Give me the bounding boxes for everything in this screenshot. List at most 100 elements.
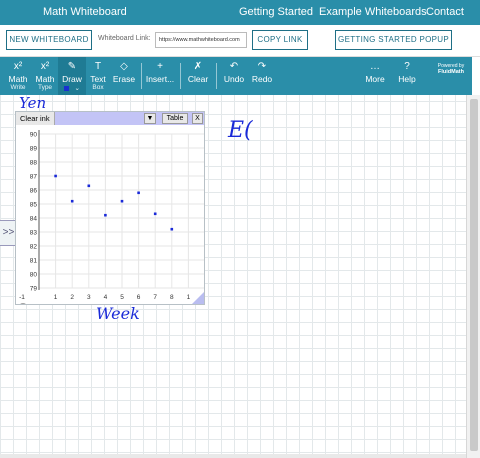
y-tick-label: 86 [30, 188, 38, 195]
y-tick-label: 90 [30, 132, 38, 139]
undo-icon: ↶ [229, 61, 239, 72]
clear-label: Clear [187, 74, 209, 84]
graph-header: Clear ink ▼ Table X [16, 112, 204, 125]
x-tick-label: 3 [87, 294, 91, 301]
undo-label: Undo [223, 74, 245, 84]
nav-contact[interactable]: Contact [426, 6, 464, 18]
vertical-scrollbar[interactable] [466, 95, 480, 458]
graph-dropdown-button[interactable]: ▼ [144, 113, 156, 124]
y-tick-label: 81 [30, 258, 38, 265]
fluidmath-text: FluidMath [438, 69, 464, 75]
x-tick-label: -1 [19, 294, 25, 301]
clear-button[interactable]: ✗ Clear [184, 57, 212, 95]
math-type-label: Math [35, 74, 55, 84]
math-write-label: Math [8, 74, 28, 84]
x-tick-label: 4 [104, 294, 108, 301]
undo-button[interactable]: ↶ Undo [220, 57, 248, 95]
x-tick-label: 1 [54, 294, 58, 301]
redo-button[interactable]: ↷ Redo [248, 57, 276, 95]
x-tick-label: 5 [120, 294, 124, 301]
math-write-sublabel: Write [10, 84, 26, 91]
y-tick-label: 83 [30, 230, 38, 237]
scatter-plot[interactable]: 798081828384858687888990-1123456781A [16, 125, 204, 304]
x-tick-label: 7 [153, 294, 157, 301]
top-nav: Math Whiteboard Getting Started Example … [0, 0, 480, 25]
clear-ink-button[interactable]: Clear ink [16, 112, 55, 125]
new-whiteboard-button[interactable]: NEW WHITEBOARD [6, 30, 92, 50]
nav-example-whiteboards[interactable]: Example Whiteboards [319, 6, 427, 18]
data-point [54, 174, 57, 178]
clear-x-icon: ✗ [193, 61, 203, 72]
x-tick-label: 1 [187, 294, 191, 301]
insert-menu[interactable]: + Insert... [144, 57, 176, 95]
y-tick-label: 89 [30, 146, 38, 153]
graph-close-button[interactable]: X [192, 113, 203, 124]
whiteboard-link-label: Whiteboard Link: [98, 35, 151, 42]
data-point [70, 199, 74, 203]
math-type-tool[interactable]: x² Math Type [32, 57, 58, 95]
resize-handle [192, 292, 204, 304]
erase-label: Erase [112, 74, 136, 84]
data-point [87, 184, 91, 188]
y-tick-label: 87 [30, 174, 38, 181]
copy-link-button[interactable]: COPY LINK [252, 30, 308, 50]
x-tick-label: 2 [70, 294, 74, 301]
text-box-tool[interactable]: T Text Box [86, 57, 110, 95]
toolbar: x² Math Write x² Math Type ✎ Draw ⌄ T Te… [0, 57, 472, 95]
insert-label: Insert... [145, 74, 175, 84]
data-point [170, 227, 174, 231]
data-point [153, 212, 157, 216]
toolbar-divider [141, 63, 142, 89]
more-label: More [365, 74, 385, 84]
y-tick-label: 79 [30, 286, 38, 293]
eraser-icon: ◇ [120, 61, 128, 72]
whiteboard-link-field[interactable]: https://www.mathwhiteboard.com [155, 32, 247, 48]
help-button[interactable]: ? Help [394, 57, 420, 95]
x-tick-label: 6 [137, 294, 141, 301]
data-point [137, 191, 140, 195]
math-type-sublabel: Type [37, 84, 53, 91]
draw-tool[interactable]: ✎ Draw ⌄ [58, 57, 86, 95]
erase-tool[interactable]: ◇ Erase [110, 57, 138, 95]
handwritten-y-label: Yen [19, 94, 47, 112]
graph-table-button[interactable]: Table [162, 113, 188, 124]
graph-widget[interactable]: Clear ink ▼ Table X 79 80 81 82 83 84 85 86 87 88… [15, 111, 205, 305]
scrollbar-thumb[interactable] [470, 99, 478, 451]
redo-label: Redo [251, 74, 273, 84]
draw-color-swatch [64, 85, 70, 91]
handwritten-x-label: Week [96, 304, 140, 323]
y-tick-label: 80 [30, 272, 38, 279]
draw-label: Draw [62, 74, 82, 84]
app-title[interactable]: Math Whiteboard [43, 6, 127, 18]
question-icon: ? [404, 61, 410, 72]
zoom-button [20, 303, 26, 304]
nav-getting-started[interactable]: Getting Started [239, 6, 313, 18]
chevron-down-icon: ⌄ [74, 85, 80, 92]
redo-icon: ↷ [257, 61, 267, 72]
math-type-icon: x² [40, 61, 50, 72]
data-point [120, 199, 124, 203]
pencil-icon: ✎ [67, 61, 77, 72]
math-write-tool[interactable]: x² Math Write [4, 57, 32, 95]
toolbar-divider [180, 63, 181, 89]
help-label: Help [398, 74, 416, 84]
text-box-sublabel: Box [92, 84, 104, 91]
getting-started-popup-button[interactable]: GETTING STARTED POPUP [335, 30, 452, 50]
y-tick-label: 82 [30, 244, 38, 251]
link-bar: NEW WHITEBOARD Whiteboard Link: https://… [0, 25, 480, 57]
text-box-label: Text [90, 74, 106, 84]
y-tick-label: 84 [30, 216, 38, 223]
handwritten-note: E( [228, 118, 253, 143]
text-cursor-icon: T [94, 61, 102, 72]
y-tick-label: 85 [30, 202, 38, 209]
math-write-icon: x² [13, 61, 23, 72]
data-point [104, 213, 107, 217]
more-menu[interactable]: … More [362, 57, 388, 95]
fluidmath-logo[interactable]: Powered by FluidMath [434, 63, 468, 75]
horizontal-scrollbar[interactable] [0, 454, 466, 458]
y-tick-label: 88 [30, 160, 38, 167]
draw-color-picker[interactable]: ⌄ [58, 84, 86, 92]
ellipsis-icon: … [370, 61, 380, 72]
toolbar-divider [216, 63, 217, 89]
x-tick-label: 8 [170, 294, 174, 301]
